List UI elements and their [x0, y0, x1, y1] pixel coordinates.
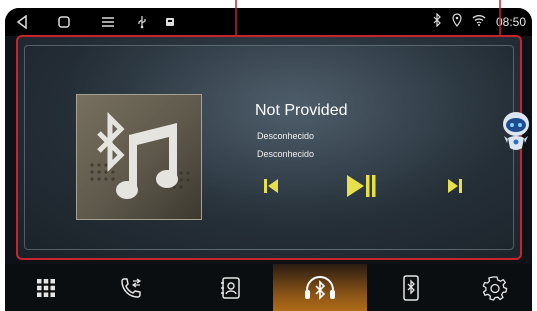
nav-bt-settings-button[interactable] [455, 264, 532, 311]
assistant-button[interactable] [499, 106, 532, 156]
previous-track-button[interactable] [262, 177, 280, 195]
album-label: Desconhecido [257, 149, 315, 159]
menu-icon[interactable] [101, 13, 115, 31]
bluetooth-icon [432, 12, 442, 32]
apps-grid-icon [37, 278, 55, 297]
next-track-icon [448, 179, 462, 193]
bluetooth-headphones-icon [305, 275, 335, 300]
play-pause-icon [347, 175, 376, 197]
home-icon[interactable] [57, 13, 71, 31]
play-pause-button[interactable] [344, 173, 378, 199]
clock: 08:50 [495, 15, 526, 29]
phone-bluetooth-icon [403, 274, 419, 301]
wifi-icon [472, 13, 486, 31]
bluetooth-music-player: Not Provided Desconhecido Desconhecido [16, 35, 522, 260]
notification-icon [165, 13, 175, 31]
phone-icon [121, 277, 142, 298]
bottom-nav-bar [5, 264, 532, 311]
back-icon[interactable] [15, 13, 29, 31]
status-bar: 08:50 [5, 8, 532, 36]
nav-bluetooth-music-button[interactable] [273, 264, 367, 311]
next-track-button[interactable] [446, 177, 464, 195]
nav-apps-button[interactable] [6, 264, 86, 311]
nav-phone-link-button[interactable] [371, 264, 451, 311]
previous-track-icon [264, 179, 278, 193]
artist-label: Desconhecido [257, 131, 315, 141]
song-title: Not Provided [255, 102, 348, 119]
nav-contacts-button[interactable] [191, 264, 271, 311]
music-note-icon [116, 123, 178, 199]
head-unit-screen: 08:50 Not Provided Desconhecido Desconhe… [5, 8, 532, 311]
usb-icon [137, 13, 147, 31]
robot-assistant-icon [503, 112, 529, 150]
album-art [76, 94, 202, 220]
settings-bluetooth-icon [482, 275, 508, 301]
nav-phone-button[interactable] [91, 264, 171, 311]
bluetooth-icon [97, 111, 125, 173]
location-icon [452, 12, 462, 32]
contacts-icon [221, 276, 240, 299]
